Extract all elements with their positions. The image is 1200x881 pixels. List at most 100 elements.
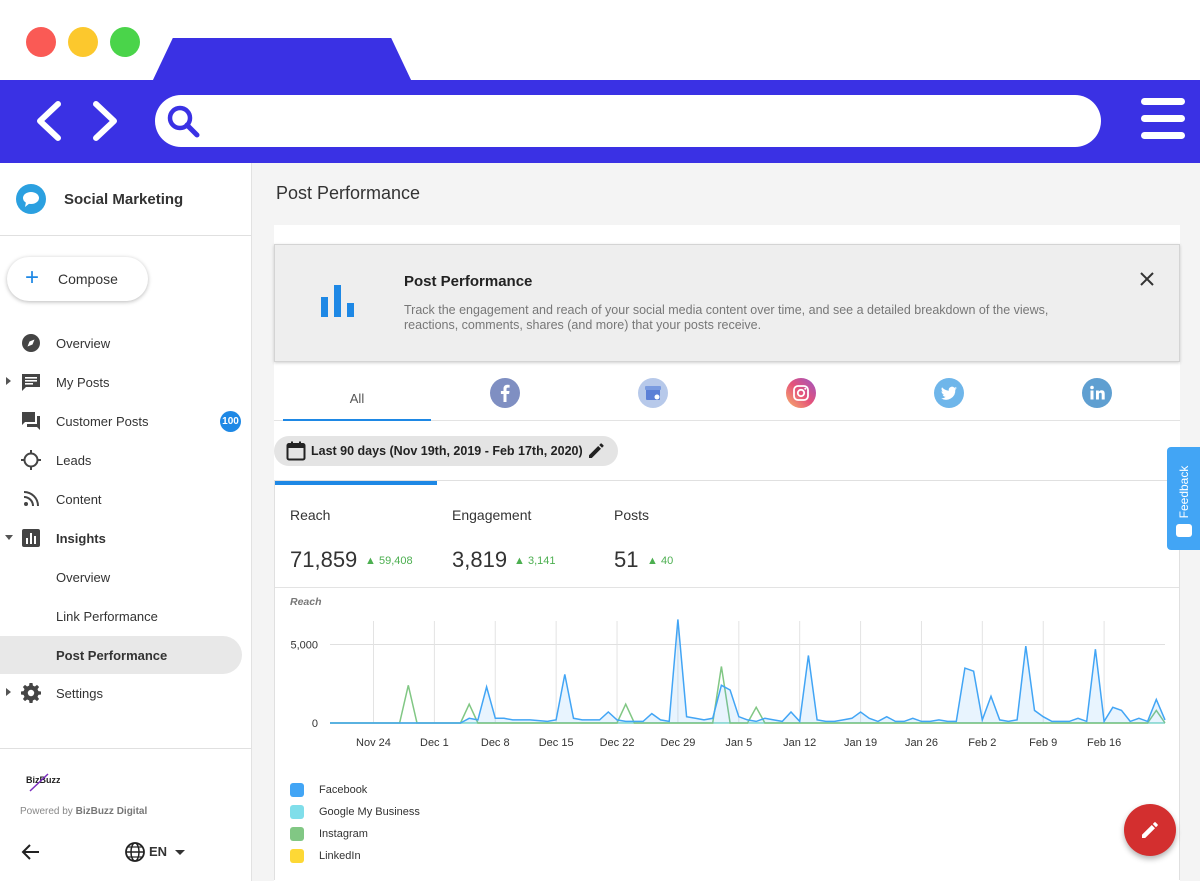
plus-icon: + [25, 264, 40, 291]
pencil-icon[interactable] [586, 441, 606, 461]
compass-icon [22, 334, 40, 352]
x-tick-label: Dec 8 [481, 737, 510, 749]
caret-right-icon[interactable] [6, 377, 11, 385]
series-line-facebook [330, 619, 1166, 724]
x-tick-label: Feb 2 [968, 737, 996, 749]
tab-facebook[interactable] [431, 367, 579, 421]
sidebar-item-label: Overview [56, 336, 111, 351]
caret-down-icon [175, 850, 185, 855]
legend-label: LinkedIn [319, 850, 361, 862]
powered-by-text: Powered by BizBuzz Digital [20, 806, 148, 817]
chevron-left-icon[interactable] [28, 98, 74, 144]
feedback-smile-icon [1176, 524, 1192, 537]
globe-icon [125, 842, 145, 862]
feedback-label: Feedback [1177, 465, 1191, 519]
sidebar-item-leads[interactable]: Leads [0, 441, 251, 479]
caret-down-icon[interactable] [5, 535, 13, 540]
sidebar-item-label: Post Performance [56, 648, 168, 663]
legend-swatch [290, 827, 304, 841]
tab-twitter[interactable] [875, 367, 1023, 421]
tab-all[interactable]: All [283, 367, 431, 421]
metric-label: Engagement [452, 507, 532, 523]
sidebar-item-my-posts[interactable]: My Posts [0, 363, 251, 401]
reach-line-chart: 0 5,000 Nov 24 Dec 1 Dec 8 Dec 15 Dec 22 Dec 29… [290, 619, 1166, 749]
calendar-icon [286, 441, 306, 461]
google-my-business-icon [638, 378, 668, 408]
legend-label: Facebook [319, 784, 368, 796]
info-card-title: Post Performance [404, 273, 533, 290]
sidebar-item-content[interactable]: Content [0, 480, 251, 518]
count-badge: 100 [220, 411, 241, 432]
language-selector[interactable]: EN [124, 841, 190, 863]
y-tick-label: 5,000 [290, 640, 318, 652]
legend-label: Google My Business [319, 806, 420, 818]
tab-instagram[interactable] [727, 367, 875, 421]
sidebar-item-customer-posts[interactable]: Customer Posts 100 [0, 402, 251, 440]
chart-title: Reach [290, 596, 322, 608]
metric-delta: ▲ 3,141 [514, 555, 556, 567]
bizbuzz-logo: BizBuzz [26, 773, 60, 792]
feedback-button[interactable]: Feedback [1167, 447, 1200, 550]
metric-label: Posts [614, 507, 650, 523]
sidebar-item-link-performance[interactable]: Link Performance [0, 597, 251, 635]
x-tick-label: Dec 1 [420, 737, 449, 749]
metric-delta: ▲ 40 [647, 555, 674, 567]
sidebar-item-insights-overview[interactable]: Overview [0, 558, 251, 596]
chat-icon [22, 412, 40, 430]
metric-posts[interactable]: Posts 51 ▲ 40 [599, 481, 761, 587]
compose-button[interactable]: + Compose [7, 257, 148, 301]
metric-engagement[interactable]: Engagement 3,819 ▲ 3,141 [437, 481, 599, 587]
maximize-window-button[interactable] [110, 27, 140, 57]
date-range-picker[interactable]: Last 90 days (Nov 19th, 2019 - Feb 17th,… [274, 436, 618, 466]
stats-card: Reach 71,859 ▲ 59,408 Engagement 3,819 ▲… [274, 480, 1180, 880]
metric-value: 51 [614, 547, 639, 572]
sidebar-item-overview[interactable]: Overview [0, 324, 251, 362]
tab-linkedin[interactable] [1023, 367, 1171, 421]
browser-toolbar [0, 80, 1200, 163]
sidebar-item-settings[interactable]: Settings [0, 674, 251, 712]
menu-icon[interactable] [1141, 98, 1185, 144]
app-window: Social Marketing + Compose Overview My P… [0, 0, 1200, 881]
metric-delta: ▲ 59,408 [365, 555, 413, 567]
close-window-button[interactable] [26, 27, 56, 57]
target-icon [21, 450, 41, 470]
bar-chart-icon [321, 285, 354, 317]
compose-label: Compose [58, 271, 118, 287]
x-tick-label: Feb 9 [1029, 737, 1057, 749]
address-bar[interactable] [155, 95, 1101, 147]
x-tick-label: Jan 12 [783, 737, 816, 749]
metric-value: 3,819 [452, 547, 508, 572]
window-titlebar [0, 0, 1200, 82]
page-title: Post Performance [276, 183, 421, 203]
main-content: Post Performance Post Performance Track … [252, 163, 1200, 881]
info-card: Post Performance Track the engagement an… [274, 244, 1180, 362]
tab-google-my-business[interactable] [579, 367, 727, 421]
metric-reach[interactable]: Reach 71,859 ▲ 59,408 [275, 481, 437, 587]
search-icon [167, 105, 200, 138]
sidebar-item-label: My Posts [56, 375, 110, 390]
chevron-right-icon[interactable] [82, 98, 128, 144]
sidebar-item-insights[interactable]: Insights [0, 519, 251, 557]
arrow-left-icon[interactable] [20, 841, 42, 863]
app-name: Social Marketing [64, 191, 184, 208]
linkedin-icon [1082, 378, 1112, 408]
legend-swatch [290, 783, 304, 797]
x-tick-label: Dec 15 [539, 737, 574, 749]
sidebar-item-label: Settings [56, 686, 103, 701]
sidebar-item-post-performance[interactable]: Post Performance [0, 636, 242, 674]
metric-value: 71,859 [290, 547, 358, 572]
sidebar-item-label: Link Performance [56, 609, 158, 624]
y-tick-label: 0 [312, 718, 318, 730]
x-tick-label: Nov 24 [356, 737, 391, 749]
minimize-window-button[interactable] [68, 27, 98, 57]
pencil-icon [1142, 822, 1158, 838]
date-range-label: Last 90 days (Nov 19th, 2019 - Feb 17th,… [311, 444, 583, 458]
sidebar-item-label: Customer Posts [56, 414, 149, 429]
legend-label: Instagram [319, 828, 368, 840]
sidebar-item-label: Leads [56, 453, 92, 468]
message-icon [22, 374, 40, 391]
close-icon[interactable] [1137, 269, 1157, 289]
browser-tab[interactable] [152, 38, 412, 82]
caret-right-icon[interactable] [6, 688, 11, 696]
compose-fab-button[interactable] [1124, 804, 1176, 856]
